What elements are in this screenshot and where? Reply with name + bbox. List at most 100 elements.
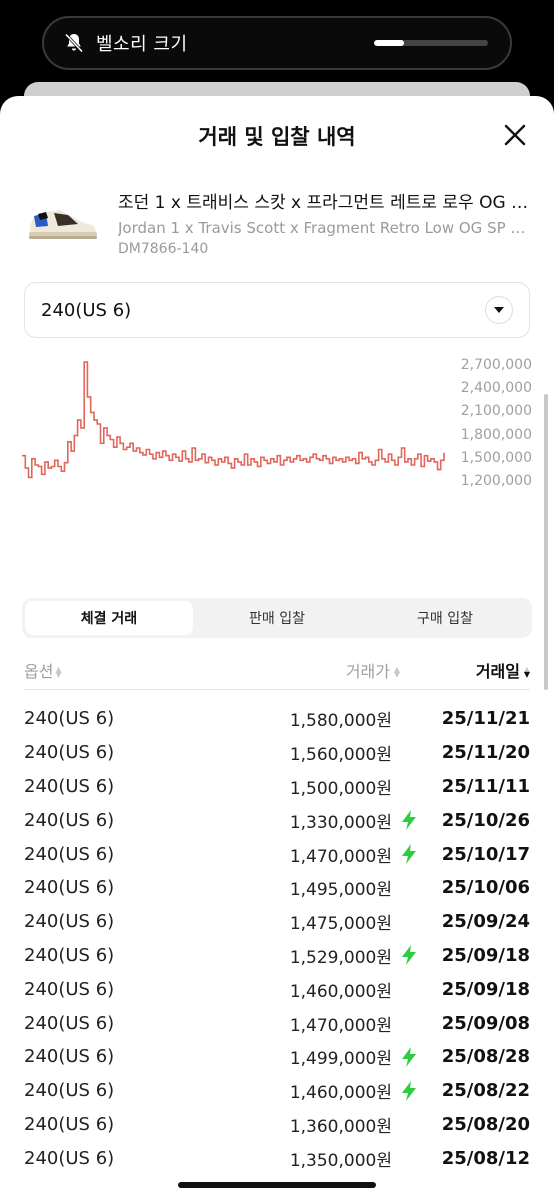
table-row: 240(US 6) 1,460,000원 25/08/22 [24,1074,530,1108]
row-price-cell: 1,475,000원 [220,909,420,934]
tab-sell-bids[interactable]: 판매 입찰 [193,601,361,635]
row-price-cell: 1,330,000원 [220,808,420,833]
table-row: 240(US 6) 1,360,000원 25/08/20 [24,1108,530,1142]
row-option: 240(US 6) [24,708,115,730]
lightning-bolt-icon [402,810,416,831]
table-row: 240(US 6) 1,350,000원 25/08/12 [24,1141,530,1175]
row-price: 1,330,000원 [289,812,392,833]
table-row: 240(US 6) 1,470,000원 25/10/17 [24,837,530,871]
price-chart[interactable]: 2,700,000 2,400,000 2,100,000 1,800,000 1,50… [0,354,554,554]
page-title: 거래 및 입찰 내역 [198,125,356,149]
row-price-cell: 1,580,000원 [220,706,420,731]
table-row: 240(US 6) 1,499,000원 25/08/28 [24,1040,530,1074]
product-info: 조던 1 x 트래비스 스캇 x 프라그먼트 레트로 로우 OG SP 밀리터리… [118,186,530,257]
row-date: 25/08/22 [441,1080,530,1102]
row-price-cell: 1,460,000원 [220,977,420,1002]
row-option: 240(US 6) [24,1046,115,1068]
table-row: 240(US 6) 1,580,000원 25/11/21 [24,702,530,736]
home-indicator[interactable] [178,1182,376,1188]
lightning-bolt-icon [402,844,416,865]
tab-trades[interactable]: 체결 거래 [25,601,193,635]
dropdown-toggle[interactable] [485,296,513,324]
product-summary[interactable]: 조던 1 x 트래비스 스캇 x 프라그먼트 레트로 로우 OG SP 밀리터리… [0,176,554,260]
row-option: 240(US 6) [24,978,115,1000]
table-row: 240(US 6) 1,560,000원 25/11/20 [24,736,530,770]
table-row: 240(US 6) 1,529,000원 25/09/18 [24,939,530,973]
row-price-cell: 1,500,000원 [220,774,420,799]
row-price: 1,560,000원 [289,745,392,766]
row-price-cell: 1,360,000원 [220,1112,420,1137]
table-header: 옵션 ▲ ▼ 거래가 ▲ ▼ 거래일 ▲ ▼ [24,650,530,690]
tab-bar: 체결 거래 판매 입찰 구매 입찰 [22,598,532,638]
row-price: 1,470,000원 [289,1015,392,1036]
tab-buy-bids[interactable]: 구매 입찰 [361,601,529,635]
row-option: 240(US 6) [24,775,115,797]
row-date: 25/09/24 [441,911,530,933]
row-price-cell: 1,499,000원 [220,1044,420,1069]
row-date: 25/08/28 [441,1046,530,1068]
row-price: 1,475,000원 [289,914,392,935]
option-column-header[interactable]: 옵션 ▲ ▼ [24,658,220,682]
row-option: 240(US 6) [24,1113,115,1135]
row-option: 240(US 6) [24,944,115,966]
close-icon[interactable] [502,122,528,148]
row-price-cell: 1,350,000원 [220,1146,420,1171]
volume-slider[interactable] [374,40,488,46]
caret-down-icon [494,307,504,313]
row-price: 1,500,000원 [289,778,392,799]
sneaker-thumbnail [29,210,97,239]
trade-history-sheet: 거래 및 입찰 내역 조던 1 x 트래비스 스캇 x 프라그먼트 레트로 로우… [0,96,554,1200]
row-price-cell: 1,560,000원 [220,740,420,765]
price-header-label: 거래가 [345,661,390,681]
sheet-header: 거래 및 입찰 내역 [0,96,554,176]
row-date: 25/09/08 [441,1012,530,1034]
row-option: 240(US 6) [24,809,115,831]
table-row: 240(US 6) 1,495,000원 25/10/06 [24,871,530,905]
y-tick-label: 1,800,000 [460,426,532,443]
table-row: 240(US 6) 1,500,000원 25/11/11 [24,770,530,804]
lightning-bolt-icon [402,945,416,966]
y-tick-label: 1,500,000 [460,449,532,466]
volume-fill [374,40,404,46]
y-tick-label: 2,100,000 [460,403,532,420]
option-header-label: 옵션 [24,661,54,681]
ringer-volume-hud: 벨소리 크기 [42,16,512,70]
row-price: 1,460,000원 [289,981,392,1002]
row-option: 240(US 6) [24,1080,115,1102]
row-price: 1,460,000원 [289,1083,392,1104]
row-option: 240(US 6) [24,843,115,865]
row-price-cell: 1,470,000원 [220,842,420,867]
bell-muted-icon [64,33,84,53]
row-option: 240(US 6) [24,742,115,764]
row-option: 240(US 6) [24,1012,115,1034]
row-price: 1,360,000원 [289,1116,392,1137]
row-price: 1,529,000원 [289,947,392,968]
price-column-header[interactable]: 거래가 ▲ ▼ [220,658,400,682]
product-name-en: Jordan 1 x Travis Scott x Fragment Retro… [118,219,530,237]
product-code: DM7866-140 [118,241,209,257]
table-row: 240(US 6) 1,460,000원 25/09/18 [24,972,530,1006]
row-price: 1,495,000원 [289,880,392,901]
size-dropdown[interactable]: 240(US 6) [24,282,530,338]
row-price: 1,470,000원 [289,846,392,867]
row-price: 1,499,000원 [289,1049,392,1070]
y-tick-label: 2,700,000 [460,357,532,373]
row-date: 25/11/20 [441,742,530,764]
y-tick-label: 1,200,000 [460,473,532,489]
row-price-cell: 1,460,000원 [220,1078,420,1103]
row-price: 1,580,000원 [289,711,392,732]
row-date: 25/08/12 [441,1147,530,1169]
row-date: 25/10/26 [441,809,530,831]
row-price-cell: 1,529,000원 [220,943,420,968]
date-column-header[interactable]: 거래일 ▲ ▼ [400,658,530,682]
row-option: 240(US 6) [24,911,115,933]
table-row: 240(US 6) 1,470,000원 25/09/08 [24,1006,530,1040]
row-price: 1,350,000원 [289,1150,392,1171]
table-row: 240(US 6) 1,330,000원 25/10/26 [24,803,530,837]
row-price-cell: 1,470,000원 [220,1011,420,1036]
row-date: 25/09/18 [441,944,530,966]
scrollbar[interactable] [544,394,548,690]
sort-icon: ▲ ▼ [55,665,62,679]
row-date: 25/10/06 [441,877,530,899]
date-header-label: 거래일 [475,661,520,681]
